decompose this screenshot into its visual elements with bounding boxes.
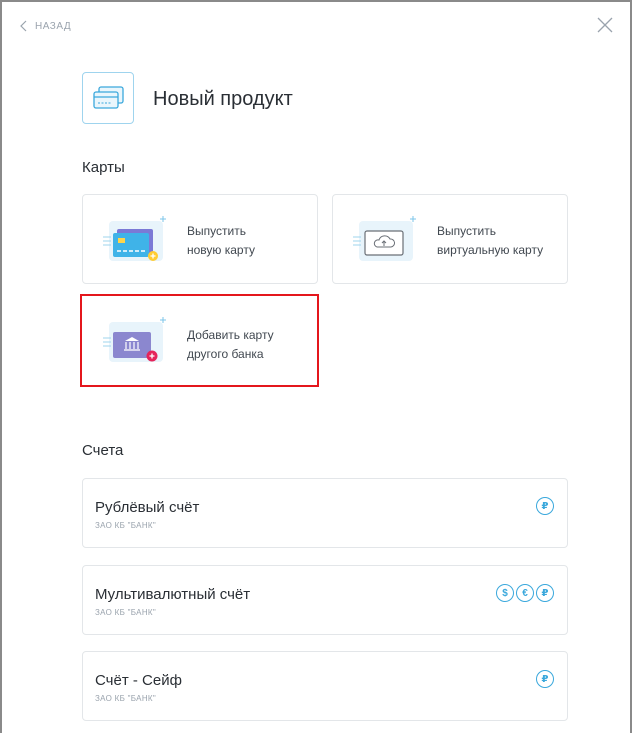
account-name: Рублёвый счёт [95, 499, 200, 516]
chevron-left-icon [20, 20, 27, 32]
account-multicurrency-tile[interactable]: Мультивалютный счёт ЗАО КБ "БАНК" $ € ₽ [82, 565, 568, 635]
card-tile-line2: новую карту [187, 243, 255, 257]
dialog-frame: НАЗАД Новый продукт Карты Выпустить нову… [0, 0, 632, 733]
card-tile-line2: другого банка [187, 347, 264, 361]
account-name: Счёт - Сейф [95, 672, 182, 689]
account-bank: ЗАО КБ "БАНК" [95, 694, 156, 703]
currency-badges: ₽ [536, 670, 554, 688]
account-bank: ЗАО КБ "БАНК" [95, 521, 156, 530]
bank-card-icon [103, 317, 166, 362]
euro-icon: € [516, 584, 534, 602]
ruble-icon: ₽ [536, 670, 554, 688]
new-card-icon [103, 216, 166, 261]
account-rub-tile[interactable]: Рублёвый счёт ЗАО КБ "БАНК" ₽ [82, 478, 568, 548]
ruble-icon: ₽ [536, 497, 554, 515]
currency-badges: $ € ₽ [496, 584, 554, 602]
back-button[interactable]: НАЗАД [20, 20, 71, 32]
back-label: НАЗАД [35, 20, 72, 32]
section-title-accounts: Счета [82, 442, 124, 459]
add-other-bank-card-tile[interactable]: Добавить карту другого банка [80, 294, 319, 387]
account-name: Мультивалютный счёт [95, 586, 251, 603]
account-bank: ЗАО КБ "БАНК" [95, 608, 156, 617]
product-icon [82, 72, 134, 124]
dollar-icon: $ [496, 584, 514, 602]
issue-virtual-card-tile[interactable]: Выпустить виртуальную карту [332, 194, 568, 284]
account-safe-tile[interactable]: Счёт - Сейф ЗАО КБ "БАНК" ₽ [82, 651, 568, 721]
ruble-icon: ₽ [536, 584, 554, 602]
section-title-cards: Карты [82, 159, 125, 176]
card-tile-line1: Добавить карту [187, 328, 274, 342]
card-stack-icon [93, 86, 124, 109]
card-tile-line2: виртуальную карту [437, 243, 544, 257]
close-icon [597, 17, 613, 33]
currency-badges: ₽ [536, 497, 554, 515]
page-title: Новый продукт [153, 88, 293, 110]
card-tile-line1: Выпустить [187, 224, 246, 238]
issue-new-card-tile[interactable]: Выпустить новую карту [82, 194, 318, 284]
close-button[interactable] [596, 16, 614, 39]
virtual-card-icon [353, 216, 416, 261]
card-tile-line1: Выпустить [437, 224, 496, 238]
